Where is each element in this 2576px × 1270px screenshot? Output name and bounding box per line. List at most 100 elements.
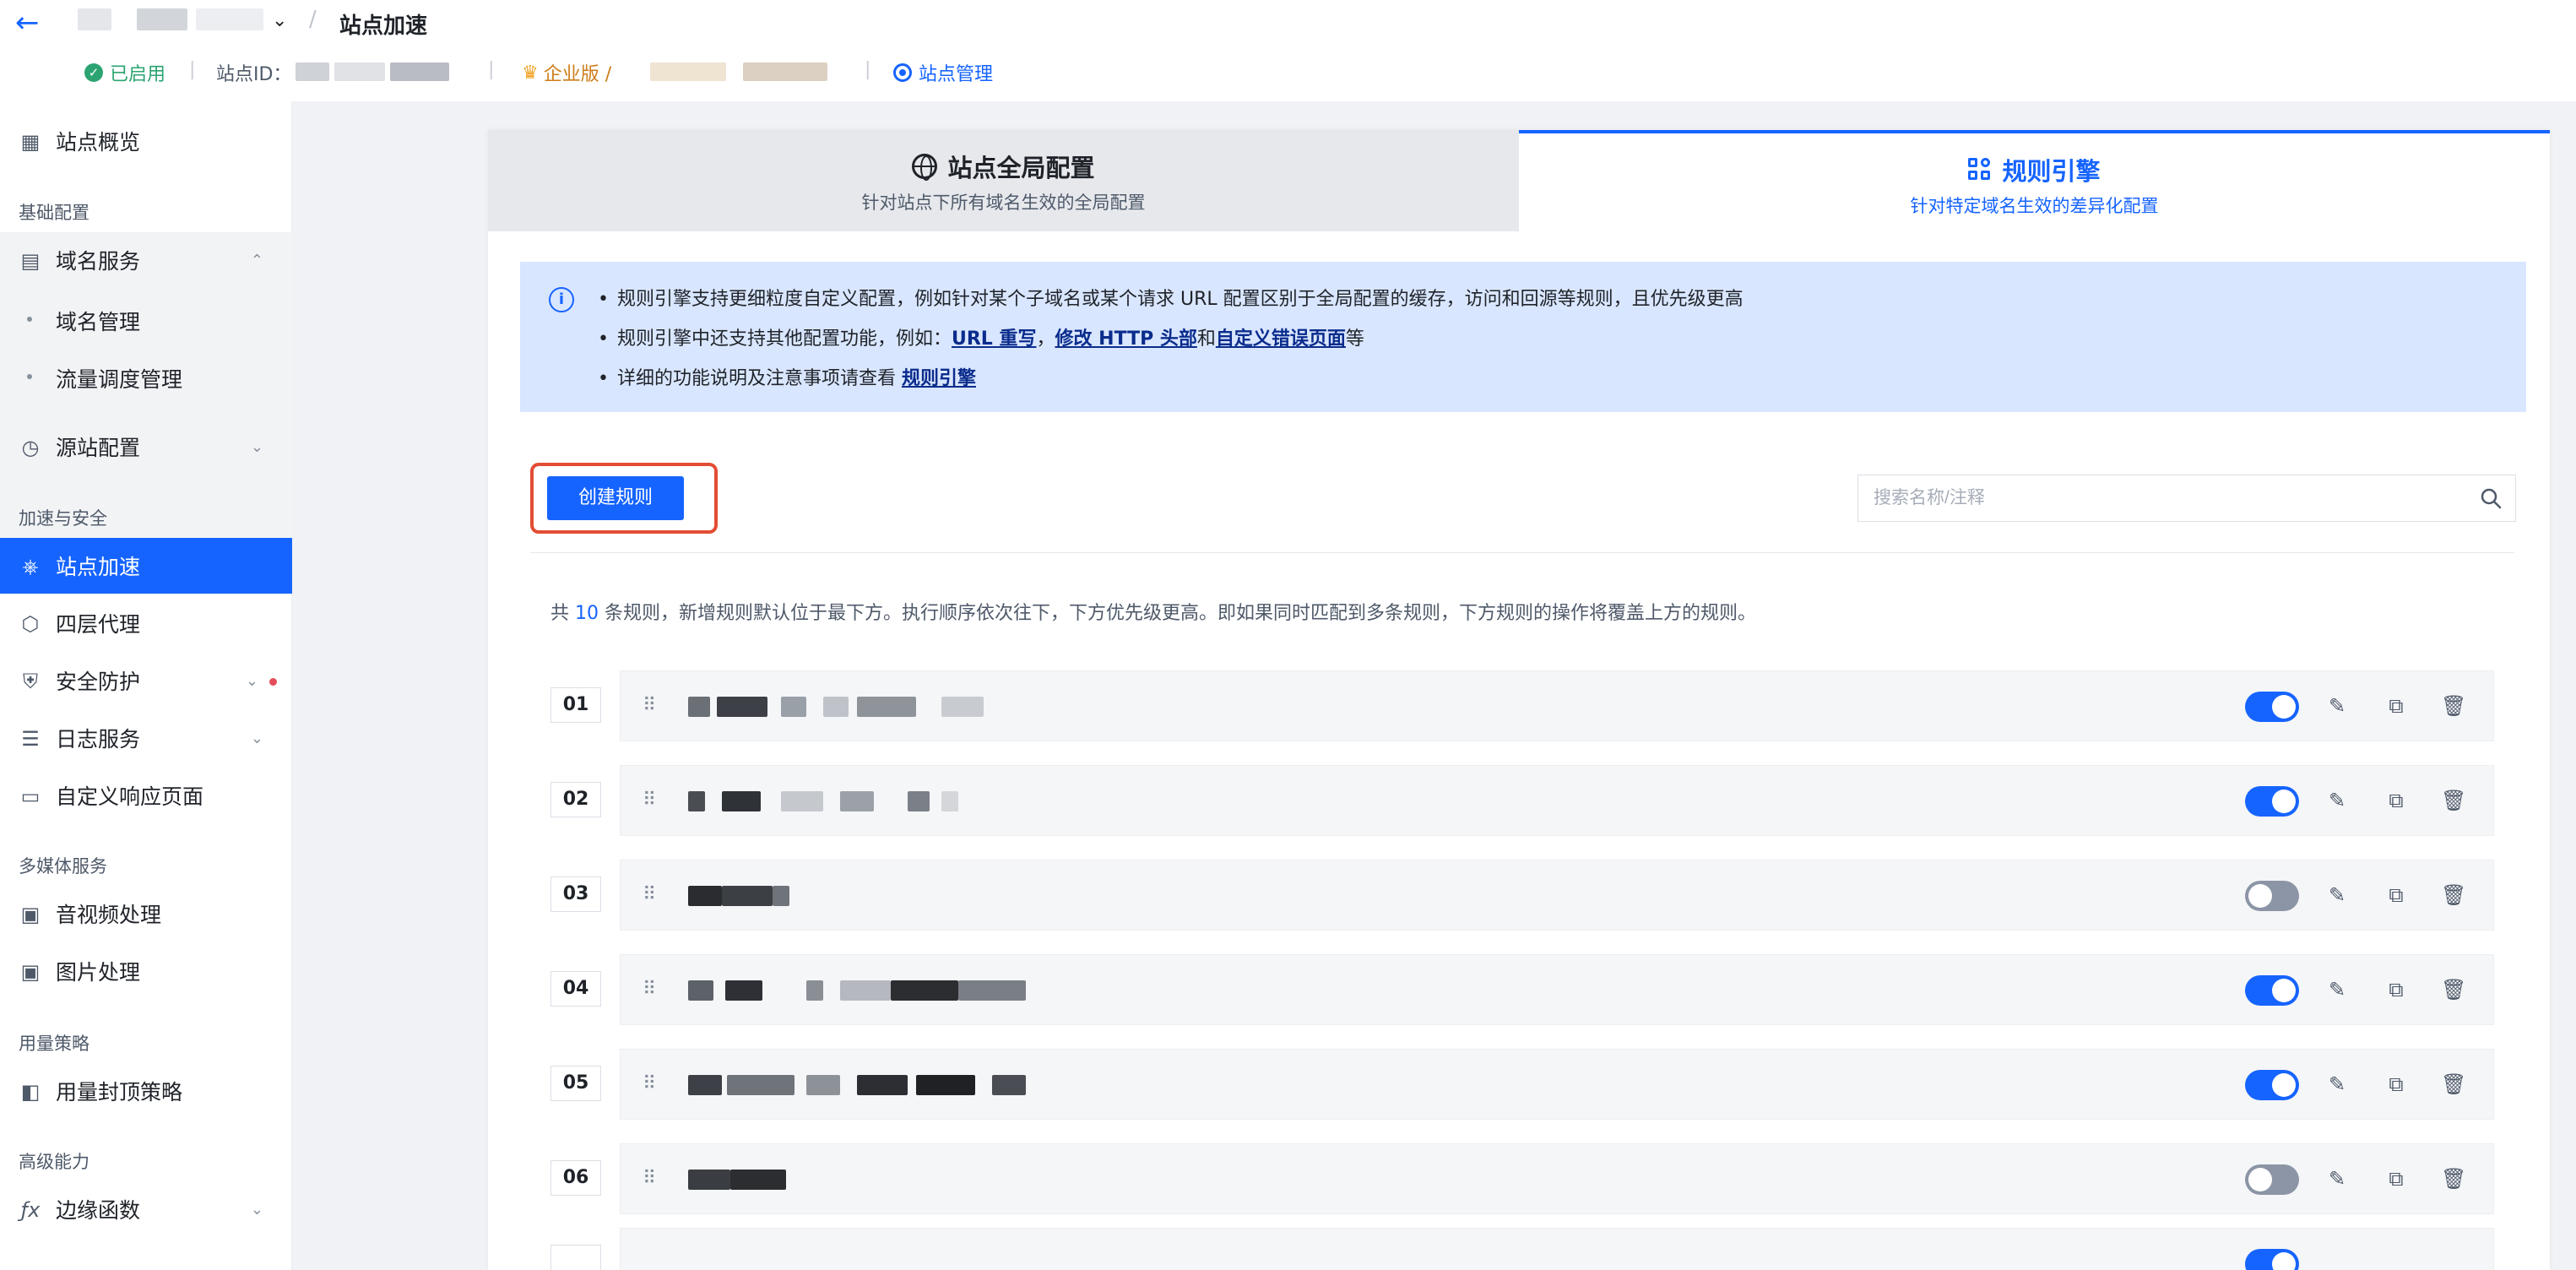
sidebar-item-label: 流量调度管理: [56, 367, 183, 392]
sidebar-item-usage-cap-policy[interactable]: ◧ 用量封顶策略: [0, 1063, 292, 1119]
rule-toggle[interactable]: [2245, 1249, 2299, 1270]
edit-icon[interactable]: ✎: [2324, 977, 2350, 1002]
divider: [530, 552, 2514, 553]
search-input[interactable]: [1874, 475, 2465, 521]
rule-card[interactable]: ⠿ ✎ ⧉ 🗑︎: [620, 860, 2494, 931]
rule-card[interactable]: ⠿ ✎ ⧉ 🗑︎: [620, 1049, 2494, 1120]
back-arrow-icon[interactable]: ←: [15, 8, 44, 37]
rule-engine-panel: 站点全局配置 针对站点下所有域名生效的全局配置 规则引擎 针对特定域名生效的差异…: [488, 130, 2550, 1270]
info-text: 规则引擎支持更细粒度自定义配置，例如针对某个子域名或某个请求 URL 配置区别于…: [616, 289, 1744, 310]
sidebar-item-av-processing[interactable]: ▣ 音视频处理: [0, 886, 292, 942]
meta-divider: |: [189, 59, 196, 80]
delete-icon[interactable]: 🗑︎: [2441, 977, 2466, 1002]
custom-error-page-link[interactable]: 自定义错误页面: [1216, 328, 1346, 350]
rule-toggle[interactable]: [2245, 1070, 2299, 1100]
rule-row: 02 ⠿ ✎ ⧉ 🗑︎: [488, 765, 2550, 838]
sidebar-item-label: 源站配置: [56, 436, 141, 460]
delete-icon[interactable]: 🗑︎: [2441, 882, 2466, 908]
copy-icon[interactable]: ⧉: [2383, 693, 2409, 719]
chevron-down-icon[interactable]: ⌄: [272, 10, 287, 31]
sidebar-item-site-acceleration[interactable]: ⎈ 站点加速: [0, 538, 292, 594]
rule-card[interactable]: ⠿ ✎ ⧉ 🗑︎: [620, 1143, 2494, 1214]
rule-toggle[interactable]: [2245, 975, 2299, 1006]
rule-card[interactable]: ⠿ ✎ ⧉ 🗑︎: [620, 954, 2494, 1025]
edition-text: 企业版 /: [543, 64, 612, 85]
globe-icon: [912, 154, 938, 181]
chevron-down-icon: ⌄: [250, 437, 263, 456]
copy-icon[interactable]: ⧉: [2383, 788, 2409, 813]
sidebar-item-overview[interactable]: ▦ 站点概览: [0, 113, 292, 169]
create-rule-button[interactable]: 创建规则: [547, 476, 684, 520]
info-text: 等: [1345, 328, 1364, 350]
search-icon[interactable]: [2480, 487, 2502, 509]
rule-toggle[interactable]: [2245, 881, 2299, 911]
copy-icon[interactable]: ⧉: [2383, 1166, 2409, 1191]
tab-global-config[interactable]: 站点全局配置 针对站点下所有域名生效的全局配置: [488, 130, 1519, 231]
sidebar-item-label: 域名服务: [56, 249, 141, 274]
copy-icon[interactable]: ⧉: [2383, 882, 2409, 908]
delete-icon[interactable]: 🗑︎: [2441, 1072, 2466, 1097]
drag-handle-icon[interactable]: ⠿: [643, 790, 656, 811]
drag-handle-icon[interactable]: ⠿: [643, 695, 656, 716]
delete-icon[interactable]: 🗑︎: [2441, 1166, 2466, 1191]
drag-handle-icon[interactable]: ⠿: [643, 1168, 656, 1189]
rule-toggle[interactable]: [2245, 1164, 2299, 1195]
sidebar: ▦ 站点概览 基础配置 ▤ 域名服务 ⌃ 域名管理 流量调度管理 ◷ 源站配置 …: [0, 101, 292, 1270]
edit-icon[interactable]: ✎: [2324, 788, 2350, 813]
sidebar-item-domain-service[interactable]: ▤ 域名服务 ⌃: [0, 232, 292, 288]
toggle-knob: [2272, 790, 2296, 813]
rule-index: 06: [550, 1160, 601, 1196]
sidebar-item-custom-response-page[interactable]: ▭ 自定义响应页面: [0, 768, 292, 823]
rule-name: [688, 1170, 1161, 1191]
drag-handle-icon[interactable]: ⠿: [643, 1073, 656, 1094]
sidebar-item-log-service[interactable]: ☰ 日志服务 ⌄: [0, 710, 292, 766]
site-id-value-part: [334, 62, 385, 81]
edit-icon[interactable]: ✎: [2324, 693, 2350, 719]
sidebar-item-edge-functions[interactable]: ƒx 边缘函数 ⌄: [0, 1181, 292, 1237]
toggle-knob: [2248, 1168, 2272, 1191]
bullet-icon: [27, 317, 32, 322]
sidebar-item-origin-config[interactable]: ◷ 源站配置 ⌄: [0, 419, 292, 475]
sidebar-subitem-domain-management[interactable]: 域名管理: [0, 290, 292, 346]
site-id-value: [296, 62, 329, 81]
sidebar-item-security-protection[interactable]: ⛨ 安全防护 ⌄: [0, 653, 292, 708]
site-name-selector[interactable]: [78, 8, 272, 30]
rule-toggle[interactable]: [2245, 786, 2299, 817]
bullet: •: [598, 328, 609, 350]
sidebar-item-label: 安全防护: [56, 670, 141, 694]
url-rewrite-link[interactable]: URL 重写: [952, 328, 1036, 350]
edit-icon[interactable]: ✎: [2324, 882, 2350, 908]
sidebar-item-label: 站点加速: [56, 555, 141, 579]
edit-icon[interactable]: ✎: [2324, 1166, 2350, 1191]
edit-icon[interactable]: ✎: [2324, 1072, 2350, 1097]
info-notice: i • 规则引擎支持更细粒度自定义配置，例如针对某个子域名或某个请求 URL 配置…: [520, 262, 2526, 412]
rule-card[interactable]: ⠿ ✎ ⧉ 🗑︎: [620, 765, 2494, 836]
copy-icon[interactable]: ⧉: [2383, 977, 2409, 1002]
drag-handle-icon[interactable]: ⠿: [643, 979, 656, 1000]
top-bar: ← ⌄ / 站点加速 ✓ 已启用 | 站点ID： | ♛ 企业版 / | 站点管…: [0, 0, 2576, 101]
tab-title: 站点全局配置: [947, 154, 1095, 182]
sidebar-item-label: 四层代理: [56, 612, 141, 637]
copy-icon[interactable]: ⧉: [2383, 1072, 2409, 1097]
proxy-icon: ⬡: [21, 612, 40, 636]
tab-rule-engine[interactable]: 规则引擎 针对特定域名生效的差异化配置: [1519, 130, 2550, 231]
summary-text: 共: [550, 603, 575, 624]
sidebar-item-l4-proxy[interactable]: ⬡ 四层代理: [0, 595, 292, 651]
check-circle-icon: ✓: [84, 63, 103, 82]
delete-icon[interactable]: 🗑︎: [2441, 788, 2466, 813]
site-id-value-part: [390, 62, 449, 81]
rule-card[interactable]: ⠿ ✎ ⧉ 🗑︎: [620, 670, 2494, 741]
site-management-link[interactable]: 站点管理: [893, 59, 993, 86]
sidebar-item-label: 日志服务: [56, 727, 141, 752]
drag-handle-icon[interactable]: ⠿: [643, 884, 656, 905]
sidebar-item-image-processing[interactable]: ▣ 图片处理: [0, 943, 292, 999]
rule-toggle[interactable]: [2245, 692, 2299, 722]
modify-http-header-link[interactable]: 修改 HTTP 头部: [1055, 328, 1197, 350]
delete-icon[interactable]: 🗑︎: [2441, 693, 2466, 719]
rule-engine-doc-link[interactable]: 规则引擎: [902, 368, 976, 389]
toggle-knob: [2272, 1073, 2296, 1097]
bullet: •: [598, 289, 609, 310]
meta-divider: |: [865, 59, 871, 80]
search-field[interactable]: [1857, 475, 2516, 522]
sidebar-subitem-traffic-scheduling[interactable]: 流量调度管理: [0, 348, 292, 404]
